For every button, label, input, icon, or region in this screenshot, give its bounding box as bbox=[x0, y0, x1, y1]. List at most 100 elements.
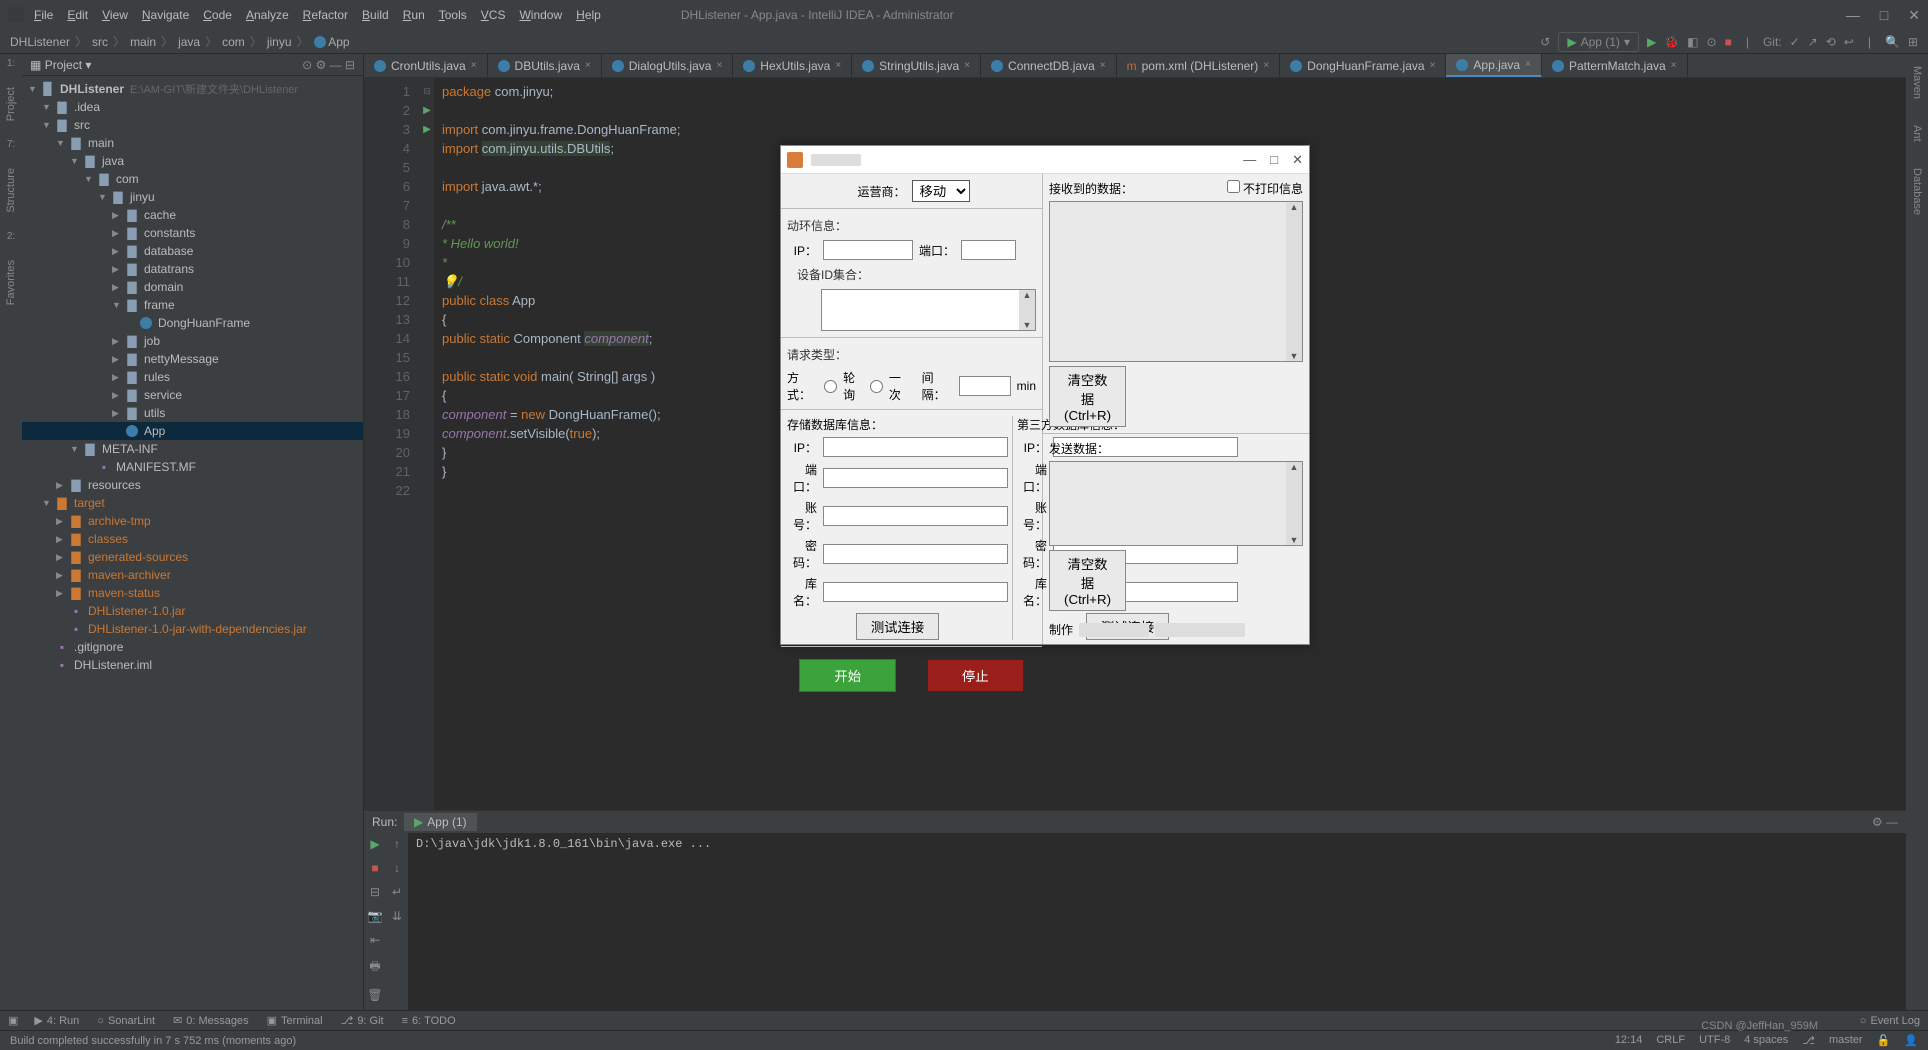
sidebar-favorites[interactable]: Favorites bbox=[5, 260, 17, 305]
close-icon[interactable]: ✕ bbox=[1908, 7, 1920, 24]
scroll-icon[interactable]: ⇊ bbox=[392, 909, 402, 923]
sync-icon[interactable]: ↺ bbox=[1540, 35, 1550, 49]
editor-tab[interactable]: DialogUtils.java× bbox=[602, 54, 734, 77]
tree-item[interactable]: ▪MANIFEST.MF bbox=[22, 458, 363, 476]
store-ip-input[interactable] bbox=[823, 437, 1008, 457]
store-password-input[interactable] bbox=[823, 544, 1008, 564]
sidebar-ant[interactable]: Ant bbox=[1911, 125, 1923, 142]
search-icon[interactable]: 🔍 bbox=[1885, 35, 1900, 49]
ip-input[interactable] bbox=[823, 240, 913, 260]
console-output[interactable]: D:\java\jdk\jdk1.8.0_161\bin\java.exe ..… bbox=[408, 833, 1906, 1010]
tree-item[interactable]: ▶▇maven-status bbox=[22, 584, 363, 602]
vscroll-icon[interactable]: ▲▼ bbox=[1286, 462, 1302, 545]
recv-textarea[interactable]: ▲▼ bbox=[1049, 201, 1303, 362]
tree-item[interactable]: ▶▇domain bbox=[22, 278, 363, 296]
editor-tab[interactable]: DBUtils.java× bbox=[488, 54, 602, 77]
menu-analyze[interactable]: Analyze bbox=[246, 8, 289, 22]
menu-run[interactable]: Run bbox=[403, 8, 425, 22]
tree-item[interactable]: ▪DHListener-1.0-jar-with-dependencies.ja… bbox=[22, 620, 363, 638]
clear-recv-button[interactable]: 清空数据(Ctrl+R) bbox=[1049, 366, 1126, 427]
mode-once-radio[interactable] bbox=[870, 380, 883, 393]
camera-icon[interactable]: 📷 bbox=[368, 909, 383, 923]
crumb-jinyu[interactable]: jinyu bbox=[267, 35, 292, 49]
tree-item[interactable]: DongHuanFrame bbox=[22, 314, 363, 332]
tree-item[interactable]: ▼▇frame bbox=[22, 296, 363, 314]
editor-tab[interactable]: StringUtils.java× bbox=[852, 54, 981, 77]
clear-send-button[interactable]: 清空数据(Ctrl+R) bbox=[1049, 550, 1126, 611]
editor-tab[interactable]: ConnectDB.java× bbox=[981, 54, 1117, 77]
tree-item[interactable]: ▶▇service bbox=[22, 386, 363, 404]
dialog-close-icon[interactable]: ✕ bbox=[1292, 152, 1303, 168]
maximize-icon[interactable]: □ bbox=[1880, 7, 1888, 24]
inspector-icon[interactable]: 👤 bbox=[1904, 1034, 1918, 1047]
tree-item[interactable]: ▶▇constants bbox=[22, 224, 363, 242]
crumb-main[interactable]: main bbox=[130, 35, 156, 49]
editor-tab[interactable]: PatternMatch.java× bbox=[1542, 54, 1688, 77]
crumb-dhlistener[interactable]: DHListener bbox=[10, 35, 70, 49]
event-log-icon[interactable]: ○ bbox=[1860, 1015, 1867, 1027]
git-revert-icon[interactable]: ↩ bbox=[1844, 35, 1854, 49]
send-textarea[interactable]: ▲▼ bbox=[1049, 461, 1303, 546]
tree-item[interactable]: ▪.gitignore bbox=[22, 638, 363, 656]
tree-item[interactable]: ▪DHListener-1.0.jar bbox=[22, 602, 363, 620]
menu-vcs[interactable]: VCS bbox=[481, 8, 506, 22]
operator-select[interactable]: 移动 bbox=[912, 180, 970, 202]
print-icon[interactable]: 🖶 bbox=[369, 957, 380, 978]
editor-tab[interactable]: DongHuanFrame.java× bbox=[1280, 54, 1446, 77]
tree-item[interactable]: ▼▇META-INF bbox=[22, 440, 363, 458]
tree-item[interactable]: ▼▇.idea bbox=[22, 98, 363, 116]
menu-code[interactable]: Code bbox=[203, 8, 232, 22]
rerun-icon[interactable]: ▶ bbox=[370, 837, 379, 851]
bottom-tab[interactable]: ▣Terminal bbox=[267, 1014, 323, 1027]
menu-view[interactable]: View bbox=[102, 8, 128, 22]
tool-window-icon[interactable]: ▣ bbox=[8, 1014, 18, 1027]
crumb-com[interactable]: com bbox=[222, 35, 245, 49]
indent[interactable]: 4 spaces bbox=[1744, 1034, 1788, 1047]
crumb-app[interactable]: App bbox=[314, 35, 350, 49]
lock-icon[interactable]: 🔓 bbox=[1877, 1034, 1891, 1047]
tree-item[interactable]: ▼▇com bbox=[22, 170, 363, 188]
sidebar-maven[interactable]: Maven bbox=[1911, 66, 1923, 99]
tree-item[interactable]: ▼▇src bbox=[22, 116, 363, 134]
menu-build[interactable]: Build bbox=[362, 8, 389, 22]
sidebar-project[interactable]: Project bbox=[5, 87, 17, 121]
stop-icon[interactable]: ■ bbox=[371, 861, 378, 875]
down-icon[interactable]: ↓ bbox=[394, 861, 400, 875]
tree-item[interactable]: ▶▇job bbox=[22, 332, 363, 350]
tree-item[interactable]: ▶▇resources bbox=[22, 476, 363, 494]
store-test-button[interactable]: 测试连接 bbox=[856, 613, 939, 640]
editor-tab[interactable]: mpom.xml (DHListener)× bbox=[1117, 54, 1281, 77]
tree-item[interactable]: ▼▇target bbox=[22, 494, 363, 512]
sidebar-database[interactable]: Database bbox=[1911, 168, 1923, 215]
crumb-src[interactable]: src bbox=[92, 35, 108, 49]
structure-icon[interactable]: ⊞ bbox=[1908, 35, 1918, 49]
port-input[interactable] bbox=[961, 240, 1016, 260]
menu-navigate[interactable]: Navigate bbox=[142, 8, 189, 22]
minimize-icon[interactable]: — bbox=[1846, 7, 1860, 24]
git-update-icon[interactable]: ✓ bbox=[1790, 35, 1800, 49]
bottom-tab[interactable]: ○SonarLint bbox=[97, 1014, 155, 1027]
tree-item[interactable]: ▪DHListener.iml bbox=[22, 656, 363, 674]
bottom-tab[interactable]: ▶4: Run bbox=[34, 1014, 79, 1027]
wrap-icon[interactable]: ↵ bbox=[392, 885, 402, 899]
event-log-label[interactable]: Event Log bbox=[1870, 1015, 1920, 1027]
tree-item[interactable]: ▶▇generated-sources bbox=[22, 548, 363, 566]
git-history-icon[interactable]: ⟲ bbox=[1826, 35, 1836, 49]
encoding[interactable]: UTF-8 bbox=[1699, 1034, 1730, 1047]
run-tab[interactable]: ▶ App (1) bbox=[404, 813, 477, 831]
up-icon[interactable]: ↑ bbox=[394, 837, 400, 851]
bottom-tab[interactable]: ≡6: TODO bbox=[402, 1014, 456, 1027]
menu-window[interactable]: Window bbox=[519, 8, 562, 22]
tree-item[interactable]: ▶▇cache bbox=[22, 206, 363, 224]
no-print-checkbox[interactable] bbox=[1227, 180, 1240, 193]
stop-button[interactable]: 停止 bbox=[927, 659, 1024, 692]
layout-icon[interactable]: ⊟ bbox=[370, 885, 380, 899]
tree-item[interactable]: ▶▇nettyMessage bbox=[22, 350, 363, 368]
coverage-icon[interactable]: ◧ bbox=[1687, 35, 1698, 49]
tree-item[interactable]: ▶▇rules bbox=[22, 368, 363, 386]
stop-icon[interactable]: ■ bbox=[1725, 35, 1732, 49]
dialog-maximize-icon[interactable]: □ bbox=[1270, 152, 1278, 168]
sidebar-structure[interactable]: Structure bbox=[5, 168, 17, 213]
git-branch[interactable]: master bbox=[1829, 1034, 1863, 1047]
vscroll-icon[interactable]: ▲▼ bbox=[1019, 290, 1035, 330]
